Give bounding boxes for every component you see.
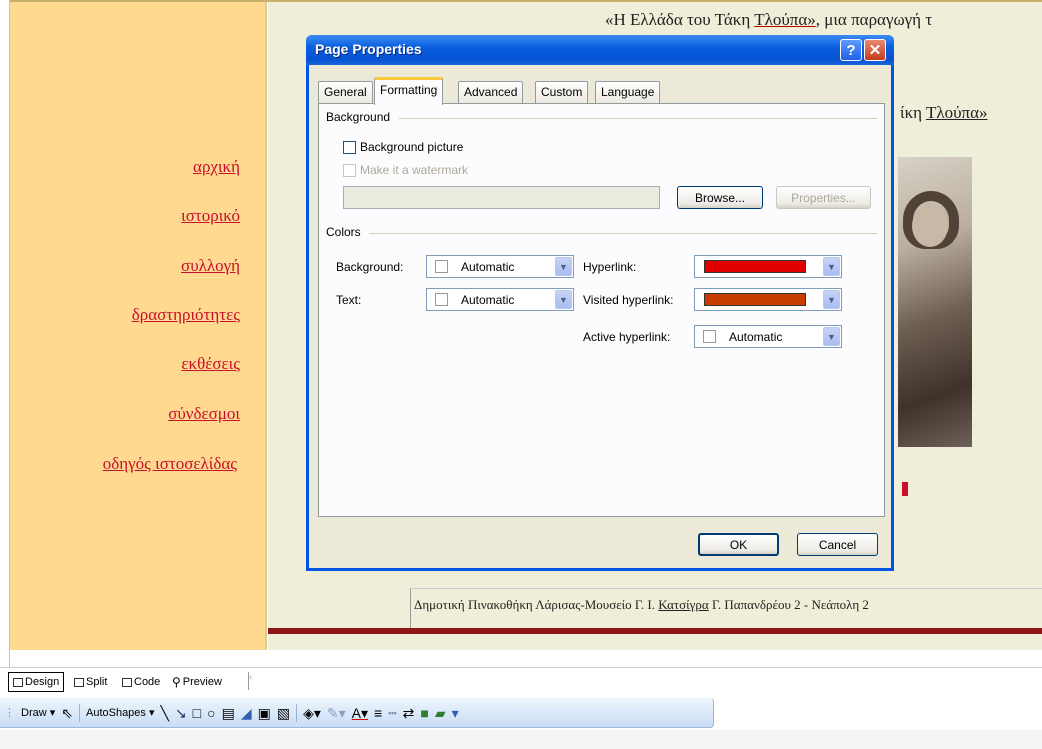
dialog-titlebar[interactable]: Page Properties ? ✕ [306,35,894,65]
background-picture-checkbox[interactable] [343,141,356,154]
text-color-label: Text: [336,293,362,307]
help-button[interactable]: ? [840,39,862,61]
fill-color-icon[interactable]: ◈▾ [303,706,321,720]
heading-link[interactable]: Τλούπα» [754,10,816,29]
tab-advanced[interactable]: Advanced [458,81,524,103]
nav-link-home[interactable]: αρχική [10,157,240,177]
chevron-down-icon: ▼ [555,290,572,309]
arrow-style-icon[interactable]: ⇄ [403,706,415,720]
dialog-title: Page Properties [315,41,422,57]
left-ruler [0,0,10,667]
drawing-toolbar: ⋮ Draw ▾ ⇖ AutoShapes ▾ ╲ ↘ □ ○ ▤ ◢ ▣ ▧ … [0,698,714,728]
hyperlink-swatch [704,260,806,273]
watermark-checkbox[interactable] [343,164,356,177]
active-hyperlink-label: Active hyperlink: [583,330,671,344]
page-sidebar [10,0,267,650]
nav-link-collection[interactable]: συλλογή [10,256,240,276]
visited-hyperlink-label: Visited hyperlink: [583,293,674,307]
view-tab-split[interactable]: Split [70,672,111,692]
footer-address: Δημοτική Πινακοθήκη Λάρισας-Μουσείο Γ. Ι… [414,597,869,612]
background-swatch [435,260,448,273]
font-color-icon[interactable]: A▾ [352,706,368,720]
status-area [0,730,1042,749]
visited-hyperlink-swatch [704,293,806,306]
top-border [10,0,1042,2]
wordart-icon[interactable]: ◢ [241,706,252,720]
red-text-fragment [902,482,908,496]
background-group-label: Background [326,110,394,124]
active-hyperlink-select[interactable]: Automatic ▼ [694,325,842,348]
chevron-down-icon: ▼ [823,327,840,346]
cancel-button[interactable]: Cancel [797,533,878,556]
chevron-down-icon: ▼ [823,257,840,276]
toolbar-grip-icon: ⋮ [4,707,15,719]
code-icon [122,677,132,687]
watermark-label: Make it a watermark [360,163,469,177]
view-scroll-left[interactable]: ‹ [248,672,258,690]
tab-formatting[interactable]: Formatting [374,77,444,105]
3d-icon[interactable]: ▰ [435,706,446,720]
page-properties-dialog: Page Properties ? ✕ General Formatting A… [306,35,894,571]
clipart-icon[interactable]: ▣ [258,706,271,720]
background-picture-label: Background picture [360,140,464,154]
tab-custom[interactable]: Custom [535,81,589,103]
nav-link-links[interactable]: σύνδεσμοι [10,404,240,424]
line-icon[interactable]: ╲ [161,706,169,720]
background-color-value: Automatic [461,260,515,274]
line-color-icon[interactable]: ✎▾ [327,706,346,720]
background-color-label: Background: [336,260,404,274]
toolbar-options-icon[interactable]: ▾ [452,706,459,720]
nav-link-history[interactable]: ιστορικό [10,206,240,226]
arrow-icon[interactable]: ↘ [175,706,187,720]
hyperlink-color-select[interactable]: ▼ [694,255,842,278]
browse-button[interactable]: Browse... [677,186,763,209]
colors-group-label: Colors [326,225,364,239]
dash-style-icon[interactable]: ┅ [388,706,396,720]
page-heading: «Η Ελλάδα του Τάκη Τλούπα», μια παραγωγή… [605,10,933,29]
content-stripe [268,628,1042,634]
oval-icon[interactable]: ○ [207,706,215,720]
background-picture-path[interactable] [343,186,660,209]
tab-language[interactable]: Language [595,81,661,103]
active-hyperlink-value: Automatic [729,330,783,344]
view-tab-code[interactable]: Code [118,672,164,692]
page-subtitle: ίκη Τλούπα» [900,103,988,122]
properties-button[interactable]: Properties... [776,186,871,209]
active-hyperlink-swatch [703,330,716,343]
draw-menu[interactable]: Draw ▾ [21,706,55,719]
toolbar-separator [296,703,298,722]
toolbar-separator [78,703,80,722]
nav-link-site-guide[interactable]: οδηγός ιστοσελίδας [0,454,237,474]
background-group-line [399,118,877,119]
select-arrow-icon[interactable]: ⇖ [61,706,73,720]
tab-general[interactable]: General [318,81,373,103]
line-style-icon[interactable]: ≡ [374,706,382,720]
chevron-down-icon: ▼ [823,290,840,309]
chevron-down-icon: ▼ [555,257,572,276]
text-color-select[interactable]: Automatic ▼ [426,288,574,311]
split-icon [74,677,84,687]
ok-button[interactable]: OK [698,533,779,556]
nav-link-activities[interactable]: δραστηριότητες [10,305,240,325]
view-tab-design[interactable]: Design [8,672,65,692]
subtitle-link[interactable]: Τλούπα» [926,103,988,122]
nav-link-exhibitions[interactable]: εκθέσεις [10,354,240,374]
rectangle-icon[interactable]: □ [193,706,201,720]
close-button[interactable]: ✕ [864,39,886,61]
shadow-icon[interactable]: ■ [420,706,428,720]
preview-magnifier-icon: ⚲ [172,675,181,689]
child-photo [898,157,972,447]
picture-icon[interactable]: ▧ [277,706,290,720]
textbox-icon[interactable]: ▤ [222,706,235,720]
view-tab-preview[interactable]: ⚲ Preview [168,672,226,692]
design-icon [13,677,23,687]
background-color-select[interactable]: Automatic ▼ [426,255,574,278]
text-color-value: Automatic [461,293,515,307]
hyperlink-color-label: Hyperlink: [583,260,637,274]
text-swatch [435,293,448,306]
colors-group-line [369,233,877,234]
autoshapes-menu[interactable]: AutoShapes ▾ [86,706,155,719]
visited-hyperlink-select[interactable]: ▼ [694,288,842,311]
